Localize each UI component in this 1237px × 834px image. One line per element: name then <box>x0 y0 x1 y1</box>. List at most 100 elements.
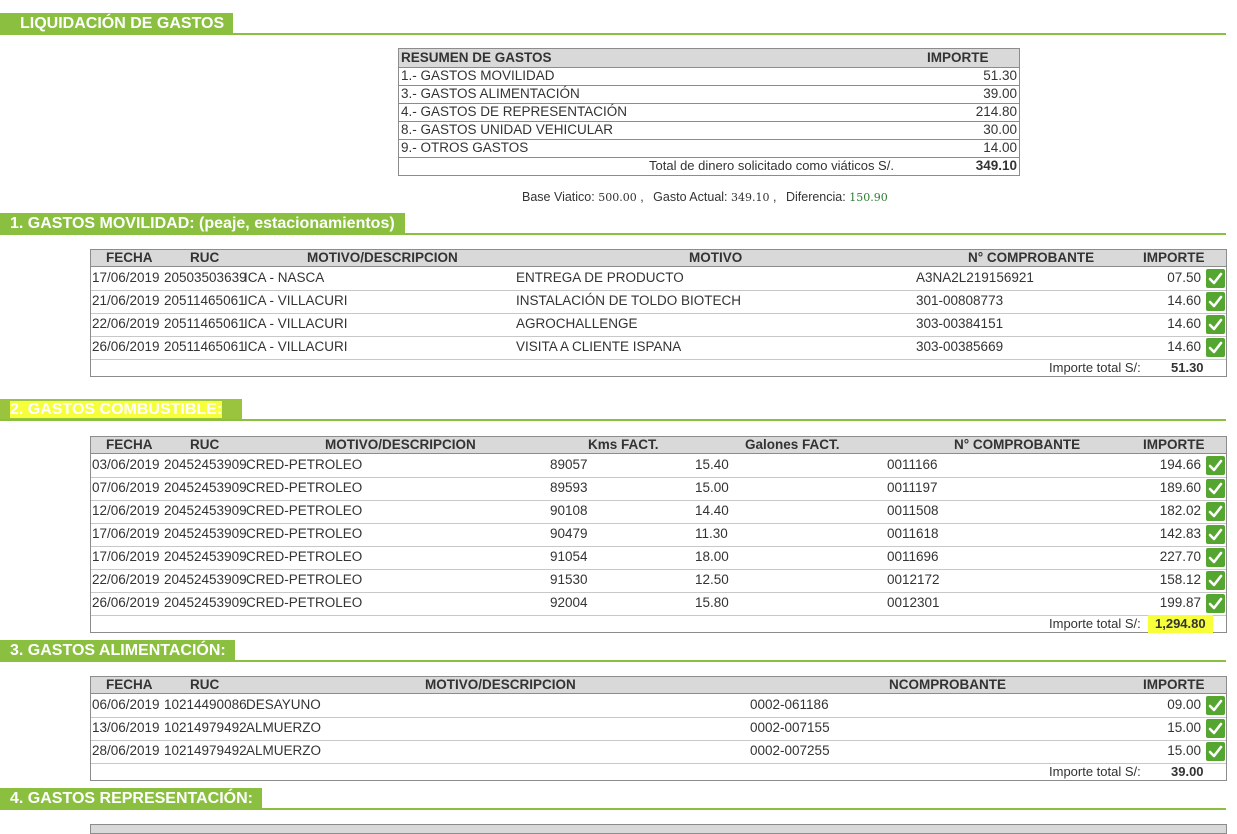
summary-row: 8.- GASTOS UNIDAD VEHICULAR 30.00 <box>399 121 1019 140</box>
movilidad-table: FECHA RUC MOTIVO/DESCRIPCION MOTIVO N° C… <box>90 249 1227 377</box>
diff-label: Diferencia: <box>785 190 846 204</box>
table-row: 17/06/2019 20503503639 ICA - NASCA ENTREGA … <box>91 267 1226 291</box>
cell-importe: 227.70 <box>1159 549 1201 564</box>
col-comprobante: N° COMPROBANTE <box>954 437 1081 452</box>
alimentacion-total-value: 39.00 <box>1171 764 1204 779</box>
table-row: 03/06/2019 20452453909 CRED-PETROLEO 89057 1… <box>91 454 1226 478</box>
col-motivo: MOTIVO <box>689 250 743 265</box>
approved-check-icon[interactable] <box>1206 456 1225 475</box>
summary-row-label: 4.- GASTOS DE REPRESENTACIÓN <box>401 104 628 119</box>
cell-ruc: 20452453909 <box>164 595 247 610</box>
approved-check-icon[interactable] <box>1206 315 1225 334</box>
cell-comprobante: A3NA2L219156921 <box>916 270 1034 285</box>
cell-fecha: 17/06/2019 <box>92 549 160 564</box>
cell-fecha: 06/06/2019 <box>92 697 160 712</box>
cell-galones: 15.00 <box>695 480 729 495</box>
approved-check-icon[interactable] <box>1206 719 1225 738</box>
cell-galones: 11.30 <box>695 526 728 541</box>
section-combustible-title: 2. GASTOS COMBUSTIBLE: <box>10 401 223 418</box>
cell-ruc: 20503503639 <box>164 270 247 285</box>
section-movilidad-title: 1. GASTOS MOVILIDAD: (peaje, estacionami… <box>10 215 395 232</box>
cell-ruc: 20511465061 <box>164 293 246 308</box>
cell-comprobante: 0011696 <box>887 549 939 564</box>
alimentacion-total-label: Importe total S/: <box>1049 764 1141 779</box>
table-row: 17/06/2019 20452453909 CRED-PETROLEO 91054 1… <box>91 546 1226 570</box>
approved-check-icon[interactable] <box>1206 269 1225 288</box>
approved-check-icon[interactable] <box>1206 292 1225 311</box>
summary-total-label: Total de dinero solicitado como viáticos… <box>649 158 894 173</box>
page-title-bar: LIQUIDACIÓN DE GASTOS <box>0 13 233 35</box>
cell-comprobante: 303-00385669 <box>916 339 1004 354</box>
actual-label: Gasto Actual: <box>653 190 728 204</box>
summary-row-amount: 51.30 <box>983 68 1017 83</box>
summary-total-row: Total de dinero solicitado como viáticos… <box>399 157 1019 175</box>
approved-check-icon[interactable] <box>1206 479 1225 498</box>
approved-check-icon[interactable] <box>1206 696 1225 715</box>
summary-row: 9.- OTROS GASTOS 14.00 <box>399 139 1019 158</box>
summary-table: RESUMEN DE GASTOS IMPORTE 1.- GASTOS MOV… <box>398 48 1020 176</box>
summary-total-amount: 349.10 <box>975 158 1017 173</box>
cell-desc: CRED-PETROLEO <box>246 480 363 495</box>
cell-galones: 15.40 <box>695 457 729 472</box>
cell-kms: 92004 <box>550 595 588 610</box>
cell-importe: 14.60 <box>1167 293 1201 308</box>
approved-check-icon[interactable] <box>1206 548 1225 567</box>
table-row: 17/06/2019 20452453909 CRED-PETROLEO 90479 1… <box>91 523 1226 547</box>
summary-row-amount: 14.00 <box>983 140 1017 155</box>
section-representacion-title: 4. GASTOS REPRESENTACIÓN: <box>10 790 253 807</box>
cell-ruc: 20452453909 <box>164 480 247 495</box>
cell-ruc: 10214979492 <box>164 743 247 758</box>
cell-comprobante: 0002-007155 <box>750 720 830 735</box>
approved-check-icon[interactable] <box>1206 338 1225 357</box>
cell-importe: 182.02 <box>1159 503 1201 518</box>
summary-row: 3.- GASTOS ALIMENTACIÓN 39.00 <box>399 85 1019 104</box>
cell-importe: 158.12 <box>1159 572 1201 587</box>
cell-comprobante: 0011166 <box>887 457 938 472</box>
cell-ruc: 10214490086 <box>164 697 247 712</box>
approved-check-icon[interactable] <box>1206 502 1225 521</box>
col-fecha: FECHA <box>106 677 153 692</box>
col-fecha: FECHA <box>106 250 153 265</box>
col-kms: Kms FACT. <box>588 437 659 452</box>
cell-ruc: 20452453909 <box>164 549 247 564</box>
col-ruc: RUC <box>190 677 220 692</box>
cell-desc: CRED-PETROLEO <box>246 457 363 472</box>
cell-desc: ALMUERZO <box>246 743 322 758</box>
col-importe: IMPORTE <box>1143 677 1205 692</box>
table-row: 22/06/2019 20511465061 ICA - VILLACURI AGRO… <box>91 313 1226 337</box>
approved-check-icon[interactable] <box>1206 571 1225 590</box>
cell-fecha: 22/06/2019 <box>92 316 160 331</box>
representacion-table <box>90 824 1227 834</box>
cell-galones: 18.00 <box>695 549 729 564</box>
cell-fecha: 03/06/2019 <box>92 457 160 472</box>
cell-desc: ICA - VILLACURI <box>244 293 348 308</box>
col-motivo-descripcion: MOTIVO/DESCRIPCION <box>307 250 458 265</box>
approved-check-icon[interactable] <box>1206 594 1225 613</box>
cell-motivo: INSTALACIÓN DE TOLDO BIOTECH <box>516 293 742 308</box>
table-row: 13/06/2019 10214979492 ALMUERZO 0002-007155… <box>91 717 1226 741</box>
cell-comprobante: 0011508 <box>887 503 939 518</box>
approved-check-icon[interactable] <box>1206 742 1225 761</box>
cell-fecha: 07/06/2019 <box>92 480 160 495</box>
cell-comprobante: 0002-061186 <box>750 697 829 712</box>
movilidad-total-value: 51.30 <box>1171 360 1204 375</box>
table-row: 22/06/2019 20452453909 CRED-PETROLEO 91530 1… <box>91 569 1226 593</box>
col-galones: Galones FACT. <box>745 437 840 452</box>
section-alimentacion-title: 3. GASTOS ALIMENTACIÓN: <box>10 642 226 659</box>
cell-fecha: 26/06/2019 <box>92 595 160 610</box>
cell-fecha: 26/06/2019 <box>92 339 160 354</box>
col-motivo-descripcion: MOTIVO/DESCRIPCION <box>325 437 476 452</box>
table-row: 28/06/2019 10214979492 ALMUERZO 0002-007255… <box>91 740 1226 764</box>
cell-importe: 15.00 <box>1167 720 1201 735</box>
section-alimentacion-underline <box>0 660 1226 662</box>
page-title: LIQUIDACIÓN DE GASTOS <box>20 15 225 32</box>
movilidad-table-header: FECHA RUC MOTIVO/DESCRIPCION MOTIVO N° C… <box>91 250 1226 267</box>
cell-comprobante: 0002-007255 <box>750 743 830 758</box>
combustible-total-label: Importe total S/: <box>1049 616 1141 631</box>
combustible-total-row: Importe total S/: 1,294.80 <box>91 615 1226 633</box>
approved-check-icon[interactable] <box>1206 525 1225 544</box>
cell-desc: ICA - VILLACURI <box>244 316 348 331</box>
page-title-underline <box>0 33 1226 35</box>
summary-row-label: 9.- OTROS GASTOS <box>401 140 529 155</box>
cell-comprobante: 0011197 <box>887 480 938 495</box>
